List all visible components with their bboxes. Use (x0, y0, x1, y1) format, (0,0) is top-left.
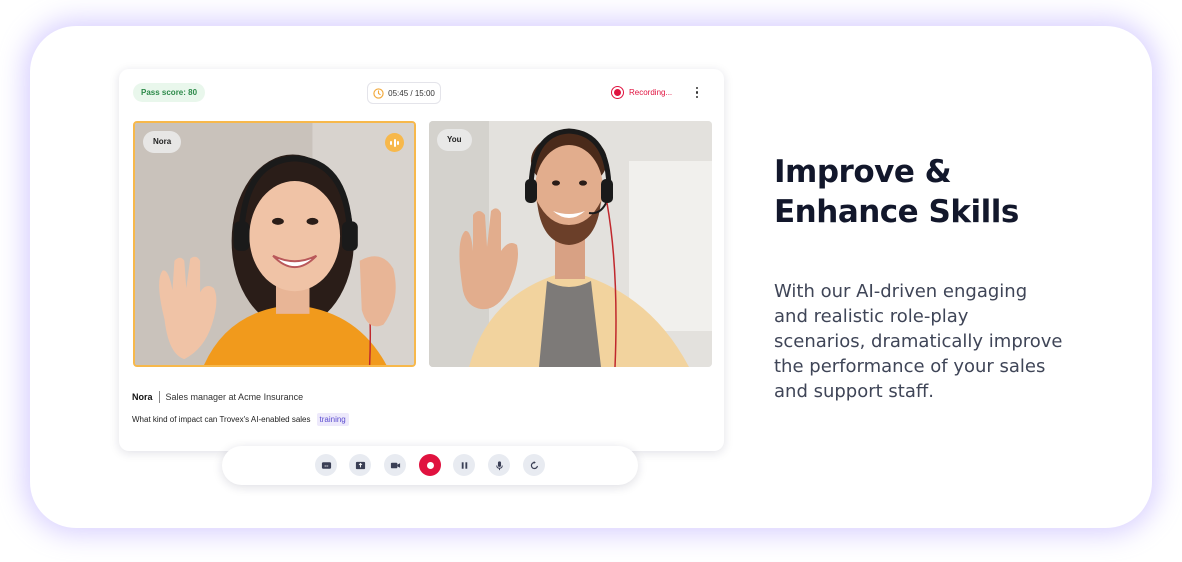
participant-name-you: You (437, 129, 472, 151)
hero-title: Improve & Enhance Skills (774, 152, 1074, 232)
participant-name-nora: Nora (143, 131, 182, 153)
video-camera-icon (390, 462, 400, 468)
call-timer: 05:45 / 15:00 (367, 82, 441, 104)
hero-description: With our AI-driven engaging and realisti… (774, 281, 1063, 402)
transcript-speaker-name: Nora (132, 392, 153, 402)
restart-button[interactable] (523, 454, 545, 476)
camera-button[interactable] (384, 454, 406, 476)
transcript-highlight-word: training (316, 413, 349, 426)
video-tile-nora: Nora (133, 121, 416, 367)
more-options-icon[interactable] (691, 83, 703, 102)
microphone-icon (495, 460, 503, 470)
you-video-image (429, 121, 712, 367)
transcript-speaker-role: Sales manager at Acme Insurance (165, 392, 304, 402)
transcript-text: What kind of impact can Trovex's AI-enab… (132, 413, 349, 426)
pause-button[interactable] (453, 454, 475, 476)
timer-text: 05:45 / 15:00 (388, 88, 435, 98)
recording-indicator: Recording... (611, 83, 672, 102)
microphone-button[interactable] (488, 454, 510, 476)
restart-icon (530, 460, 538, 469)
record-button[interactable] (419, 454, 441, 476)
video-call-panel: Pass score: 80 05:45 / 15:00 Recording..… (119, 69, 724, 451)
captions-button[interactable]: cc (315, 454, 337, 476)
pass-score-badge: Pass score: 80 (133, 83, 206, 102)
speaking-indicator-icon (385, 133, 404, 152)
nora-video-image (135, 123, 414, 365)
divider (158, 391, 160, 403)
svg-text:cc: cc (324, 463, 328, 467)
transcript-text-body: What kind of impact can Trovex's AI-enab… (132, 415, 311, 424)
captions-icon: cc (321, 461, 331, 469)
transcript-speaker: Nora Sales manager at Acme Insurance (132, 391, 303, 403)
video-tile-you: You (429, 121, 712, 367)
hero-title-line-1: Improve & (774, 154, 952, 190)
recording-dot-icon (611, 86, 624, 99)
hero-title-line-2: Enhance Skills (774, 194, 1019, 230)
recording-label: Recording... (629, 88, 673, 97)
share-screen-button[interactable] (349, 454, 371, 476)
share-screen-icon (355, 461, 365, 469)
call-control-bar: cc (222, 446, 638, 485)
record-icon (426, 461, 434, 469)
pause-icon (461, 461, 467, 469)
clock-icon (373, 87, 384, 99)
